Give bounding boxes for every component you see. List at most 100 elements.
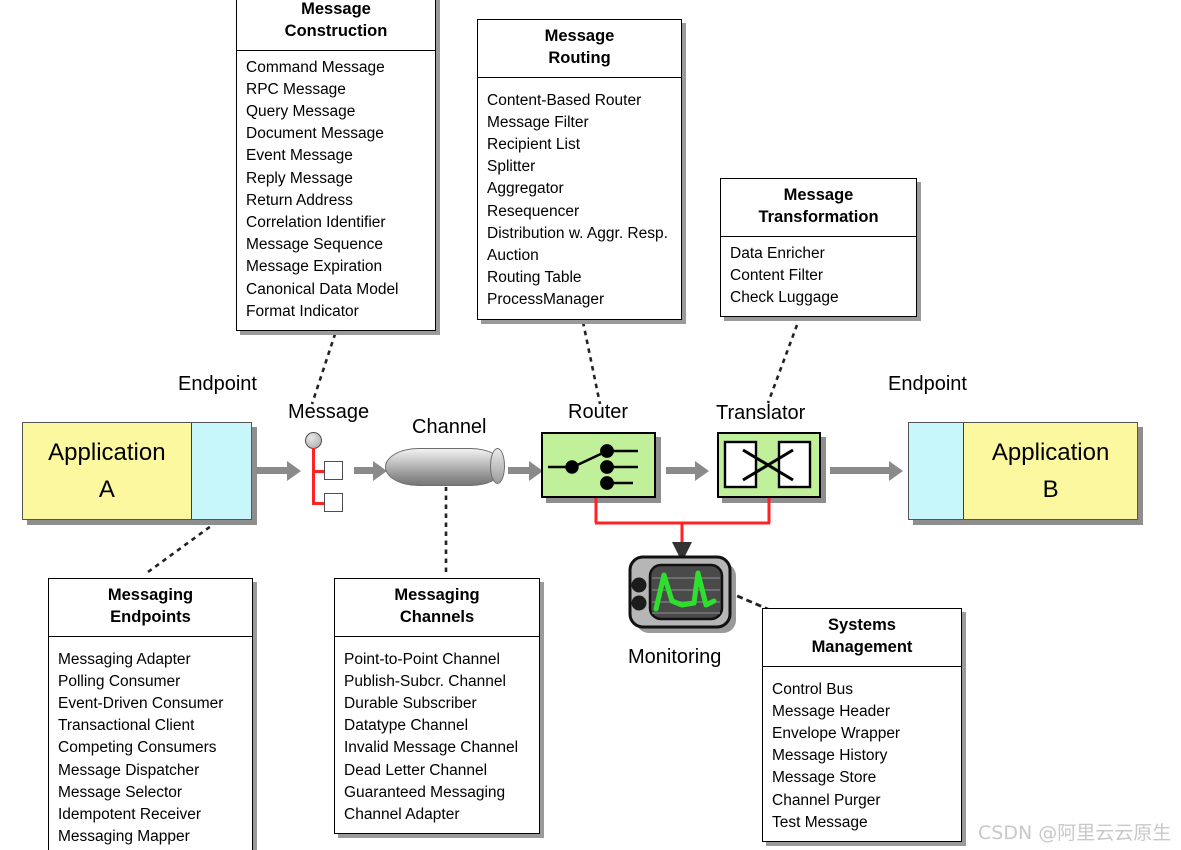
router-switch-glyph — [548, 444, 638, 490]
group-title-messaging-endpoints: Messaging Endpoints — [49, 579, 252, 637]
translator-glyph — [723, 440, 812, 489]
group-title-message-construction: Message Construction — [237, 0, 435, 51]
group-title-message-routing: Message Routing — [478, 20, 681, 78]
group-list-systems-management: Control Bus Message Header Envelope Wrap… — [763, 667, 961, 841]
arrow-appa-to-message — [256, 460, 301, 481]
group-title-messaging-channels: Messaging Channels — [335, 579, 539, 637]
list-item: Format Indicator — [246, 302, 359, 320]
message-wire-vertical — [312, 448, 315, 505]
watermark: CSDN @阿里云云原生 — [978, 822, 1172, 844]
list-item: Content Filter — [730, 266, 824, 284]
list-item: Message Selector — [58, 783, 183, 801]
list-item: Message Filter — [487, 113, 589, 131]
channel-pipe-icon — [385, 447, 505, 486]
list-item: Messaging Adapter — [58, 650, 191, 668]
list-item: Guaranteed Messaging — [344, 783, 506, 801]
list-item: Check Luggage — [730, 288, 839, 306]
list-item: Transactional Client — [58, 717, 195, 735]
application-b: Application B — [908, 422, 1138, 520]
message-square-upper-icon — [324, 461, 343, 480]
monitoring-icon — [622, 553, 744, 641]
list-item: Correlation Identifier — [246, 213, 386, 231]
list-item: Message Header — [772, 702, 891, 720]
application-b-body: Application B — [964, 423, 1137, 519]
list-item: Channel Purger — [772, 791, 881, 809]
list-item: Idempotent Receiver — [58, 805, 202, 823]
group-list-message-transformation: Data Enricher Content Filter Check Lugga… — [721, 237, 916, 317]
arrow-message-to-channel — [354, 460, 387, 481]
list-item: Auction — [487, 246, 539, 264]
list-item: Publish-Subcr. Channel — [344, 672, 506, 690]
list-item: Content-Based Router — [487, 91, 642, 109]
label-monitoring: Monitoring — [628, 646, 722, 668]
application-a-suffix: A — [98, 476, 115, 503]
list-item: Return Address — [246, 191, 353, 209]
group-box-message-transformation: Message Transformation Data Enricher Con… — [720, 178, 917, 318]
list-item: Polling Consumer — [58, 672, 181, 690]
list-item: Resequencer — [487, 202, 580, 220]
arrow-router-to-translator — [666, 460, 709, 481]
connector-routing-to-router — [581, 321, 602, 405]
message-icon — [302, 432, 352, 512]
arrow-translator-to-appb — [830, 460, 903, 481]
list-item: Splitter — [487, 158, 536, 176]
translator-icon — [717, 432, 821, 498]
group-box-systems-management: Systems Management Control Bus Message H… — [762, 608, 962, 842]
list-item: Reply Message — [246, 169, 353, 187]
application-a-name: Application — [48, 438, 166, 466]
label-endpoint-left: Endpoint — [178, 373, 257, 395]
message-circle-icon — [305, 432, 322, 449]
list-item: Message Expiration — [246, 258, 383, 276]
router-icon — [541, 432, 656, 498]
list-item: Datatype Channel — [344, 717, 469, 735]
list-item: Message Dispatcher — [58, 761, 200, 779]
connector-construction-to-message — [310, 324, 340, 405]
list-item: RPC Message — [246, 80, 346, 98]
group-list-messaging-channels: Point-to-Point Channel Publish-Subcr. Ch… — [335, 637, 539, 834]
application-a-endpoint — [190, 423, 251, 519]
label-message: Message — [288, 401, 370, 423]
group-box-message-construction: Message Construction Command Message RPC… — [236, 0, 436, 331]
list-item: Message Sequence — [246, 236, 384, 254]
application-a: Application A — [22, 422, 252, 520]
list-item: Message History — [772, 747, 888, 765]
group-box-messaging-channels: Messaging Channels Point-to-Point Channe… — [334, 578, 540, 835]
list-item: Aggregator — [487, 180, 564, 198]
message-square-lower-icon — [324, 493, 343, 512]
monitoring-crt-glyph — [628, 555, 736, 633]
diagram-canvas: Message Construction Command Message RPC… — [0, 0, 1181, 850]
group-title-message-transformation: Message Transformation — [721, 179, 916, 237]
list-item: Canonical Data Model — [246, 280, 399, 298]
connector-transformation-to-translator — [766, 324, 799, 404]
list-item: Envelope Wrapper — [772, 724, 901, 742]
label-endpoint-right: Endpoint — [888, 373, 967, 395]
list-item: ProcessManager — [487, 291, 605, 309]
application-b-endpoint — [909, 423, 965, 519]
list-item: Test Message — [772, 813, 868, 831]
label-router: Router — [568, 401, 629, 423]
group-list-message-routing: Content-Based Router Message Filter Reci… — [478, 78, 681, 319]
list-item: Competing Consumers — [58, 739, 217, 757]
list-item: Messaging Mapper — [58, 828, 190, 846]
list-item: Control Bus — [772, 680, 853, 698]
channel-pipe-cap — [489, 447, 505, 484]
list-item: Durable Subscriber — [344, 694, 477, 712]
group-list-message-construction: Command Message RPC Message Query Messag… — [237, 51, 435, 330]
application-b-suffix: B — [1042, 476, 1059, 503]
label-translator: Translator — [716, 402, 806, 424]
connector-endpoints-to-appa — [147, 516, 223, 574]
list-item: Event-Driven Consumer — [58, 694, 224, 712]
group-list-messaging-endpoints: Messaging Adapter Polling Consumer Event… — [49, 637, 252, 850]
list-item: Command Message — [246, 58, 385, 76]
list-item: Recipient List — [487, 135, 581, 153]
list-item: Routing Table — [487, 269, 582, 287]
group-title-systems-management: Systems Management — [763, 609, 961, 667]
list-item: Invalid Message Channel — [344, 739, 519, 757]
arrow-channel-to-router — [508, 460, 543, 481]
list-item: Point-to-Point Channel — [344, 650, 500, 668]
label-channel: Channel — [412, 416, 487, 438]
list-item: Message Store — [772, 769, 877, 787]
group-box-messaging-endpoints: Messaging Endpoints Messaging Adapter Po… — [48, 578, 253, 850]
application-a-body: Application A — [23, 423, 191, 519]
list-item: Channel Adapter — [344, 805, 460, 823]
